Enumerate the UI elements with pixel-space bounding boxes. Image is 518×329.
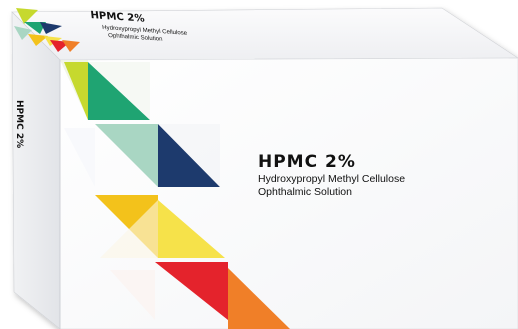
- box-top-face: [11, 7, 518, 61]
- front-description-line2: Ophthalmic Solution: [258, 186, 352, 198]
- side-product-name: HPMC 2%: [14, 100, 24, 149]
- front-product-name: HPMC 2%: [258, 152, 356, 172]
- front-description-line1: Hydroxypropyl Methyl Cellulose: [258, 173, 406, 185]
- box-side-face: [11, 11, 61, 329]
